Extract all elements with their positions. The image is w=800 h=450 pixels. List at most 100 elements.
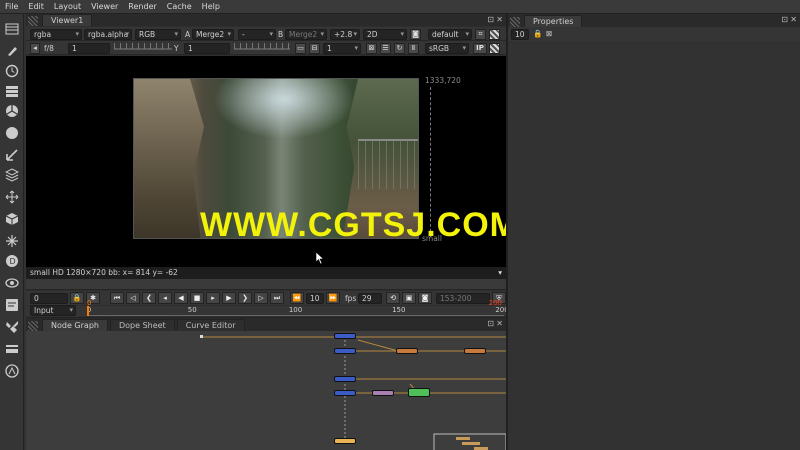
first-frame-icon[interactable]: ⏮ (110, 292, 124, 304)
step-back-icon[interactable]: ❮ (142, 292, 156, 304)
menu-layout[interactable]: Layout (49, 2, 86, 11)
timeline-ruler[interactable]: 0 50 100 150 200 0 200 (87, 299, 509, 316)
draw-icon[interactable] (5, 44, 19, 58)
merge-node[interactable] (464, 348, 486, 354)
play-forward-icon[interactable]: ▶ (222, 292, 236, 304)
flipbook-icon[interactable]: ◙ (418, 292, 432, 304)
menu-file[interactable]: File (0, 2, 23, 11)
float-panel-icon[interactable]: ⊡ (781, 15, 788, 24)
fstop-label[interactable]: f/8 (44, 44, 54, 53)
merge-icon[interactable] (5, 168, 19, 182)
grade-node[interactable] (372, 390, 394, 396)
next-frame-icon[interactable]: ▸ (206, 292, 220, 304)
increment-field[interactable]: 10 (306, 293, 324, 304)
stop-icon[interactable]: ■ (190, 292, 204, 304)
max-panels-field[interactable]: 10 (511, 29, 529, 40)
close-panel-icon[interactable]: ✕ (790, 15, 797, 24)
refresh-icon[interactable]: ↻ (394, 43, 405, 54)
prev-keyframe-icon[interactable]: ◁ (126, 292, 140, 304)
ip-button[interactable]: IP (473, 43, 487, 54)
display-channel-dropdown[interactable]: RGB (135, 29, 181, 40)
play-backward-icon[interactable]: ◀ (174, 292, 188, 304)
tab-node-graph[interactable]: Node Graph (42, 319, 108, 331)
menu-cache[interactable]: Cache (162, 2, 197, 11)
bounce-icon[interactable]: ▣ (402, 292, 416, 304)
view-mode-dropdown[interactable]: 2D (363, 29, 407, 40)
menu-render[interactable]: Render (123, 2, 161, 11)
lut-dropdown[interactable]: default (428, 29, 472, 40)
panel-grip-icon[interactable] (28, 16, 38, 26)
merge-node[interactable] (396, 348, 418, 354)
timeline[interactable]: Input 0 50 100 150 200 0 200 (26, 299, 509, 316)
step-forward-icon[interactable]: ❯ (238, 292, 252, 304)
time-icon[interactable] (5, 64, 19, 78)
fstop-arrow-icon[interactable]: ◂ (30, 43, 40, 54)
tab-viewer1[interactable]: Viewer1 (42, 14, 93, 26)
views-icon[interactable] (5, 276, 19, 290)
roi-icon[interactable]: ⌗ (475, 29, 486, 40)
frame-scrubber[interactable] (26, 279, 506, 290)
read-node[interactable] (334, 376, 356, 382)
float-panel-icon[interactable]: ⊡ (487, 319, 494, 328)
wipe-icon[interactable] (489, 43, 500, 54)
read-node[interactable] (334, 333, 356, 339)
tab-curve-editor[interactable]: Curve Editor (176, 319, 245, 331)
panel-grip-icon[interactable] (510, 17, 520, 27)
pause-icon[interactable]: Ⅱ (408, 43, 419, 54)
skip-back-icon[interactable]: ⏪ (290, 292, 304, 304)
transform-icon[interactable] (5, 190, 19, 204)
clipping-icon[interactable]: ▭ (295, 43, 306, 54)
next-keyframe-icon[interactable]: ▷ (254, 292, 268, 304)
3d-icon[interactable] (5, 212, 19, 226)
gamma-field[interactable]: 1 (184, 43, 230, 54)
float-panel-icon[interactable]: ⊡ (487, 15, 494, 24)
current-frame-field[interactable]: 0 (30, 293, 68, 304)
loop-icon[interactable]: ⟲ (386, 292, 400, 304)
skip-forward-icon[interactable]: ⏩ (326, 292, 340, 304)
input-b-dropdown[interactable]: Merge2 (285, 29, 327, 40)
viewer-canvas[interactable]: 1333,720 small WWW.CGTSJ.COM (26, 56, 506, 267)
keyer-icon[interactable] (5, 148, 19, 162)
gain-dropdown[interactable]: +2.8 (330, 29, 360, 40)
toolsets-icon[interactable] (5, 320, 19, 334)
compare-mode-dropdown[interactable]: - (238, 29, 276, 40)
colorspace-dropdown[interactable]: sRGB (425, 43, 469, 54)
node-graph-canvas[interactable] (26, 331, 506, 450)
tab-dope-sheet[interactable]: Dope Sheet (109, 319, 175, 331)
proxy-icon[interactable]: ⊟ (309, 43, 320, 54)
gain-field[interactable]: 1 (68, 43, 110, 54)
clear-panels-icon[interactable]: ⊠ (546, 29, 552, 38)
menu-help[interactable]: Help (197, 2, 225, 11)
write-node[interactable] (334, 438, 356, 444)
menu-viewer[interactable]: Viewer (86, 2, 123, 11)
proxy-dropdown[interactable]: 1 (323, 43, 361, 54)
zebra-icon[interactable] (489, 29, 500, 40)
particles-icon[interactable] (5, 234, 19, 248)
frame-range-field[interactable]: 153-200 (436, 293, 490, 304)
nuke-logo-icon[interactable] (5, 364, 19, 378)
color-wheel-icon[interactable] (5, 104, 19, 118)
roi-region-icon[interactable]: ⊠ (366, 43, 377, 54)
image-icon[interactable] (5, 22, 19, 36)
camera-icon[interactable]: ◙ (410, 29, 421, 40)
read-node[interactable] (334, 390, 356, 396)
fps-field[interactable]: 29 (358, 293, 382, 304)
read-node[interactable] (334, 348, 356, 354)
input-a-dropdown[interactable]: Merge2 (192, 29, 234, 40)
filter-icon[interactable] (5, 126, 19, 140)
close-panel-icon[interactable]: ✕ (496, 15, 503, 24)
menu-edit[interactable]: Edit (23, 2, 49, 11)
prev-frame-icon[interactable]: ◂ (158, 292, 172, 304)
other-icon[interactable] (5, 342, 19, 356)
tab-properties[interactable]: Properties (524, 15, 583, 27)
panel-grip-icon[interactable] (28, 321, 38, 331)
current-frame-marker[interactable] (87, 306, 89, 316)
lock-icon[interactable]: 🔒 (70, 292, 84, 304)
color-correct-node[interactable] (408, 388, 430, 397)
channels-dropdown[interactable]: rgba (30, 29, 82, 40)
channel-icon[interactable] (5, 84, 19, 98)
last-frame-icon[interactable]: ⏭ (270, 292, 284, 304)
overlay-icon[interactable]: ☰ (380, 43, 391, 54)
close-panel-icon[interactable]: ✕ (496, 319, 503, 328)
metadata-icon[interactable] (5, 298, 19, 312)
